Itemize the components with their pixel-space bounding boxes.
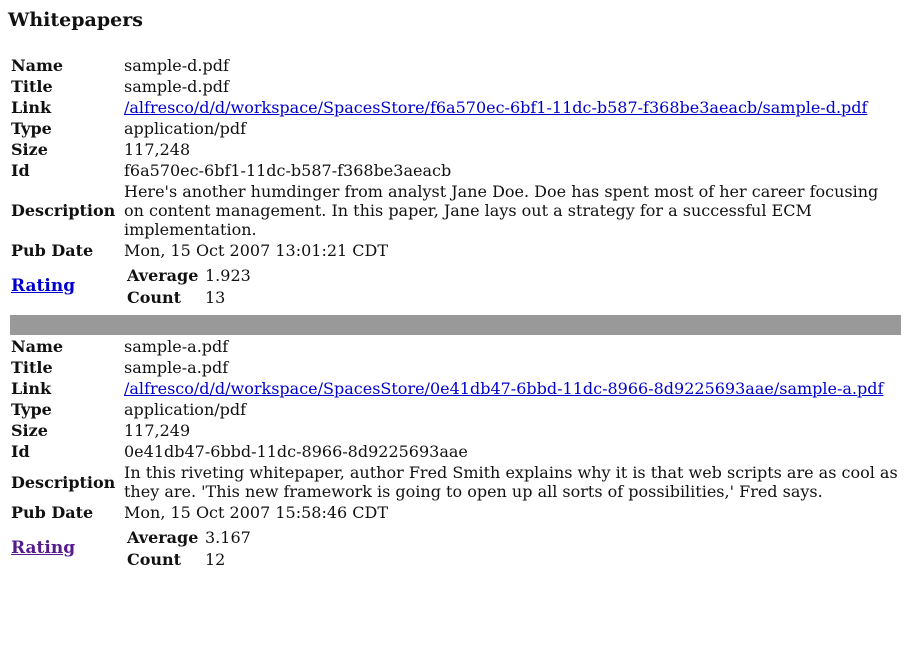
whitepaper-entry: Name sample-d.pdf Title sample-d.pdf Lin… — [8, 54, 903, 312]
id-value: 0e41db47-6bbd-11dc-8966-8d9225693aae — [124, 442, 468, 461]
rating-table: Average 1.923 Count 13 — [124, 264, 254, 310]
title-row: Title sample-d.pdf — [10, 77, 901, 96]
count-label: Count — [127, 550, 182, 569]
whitepaper-entry: Name sample-a.pdf Title sample-a.pdf Lin… — [8, 335, 903, 574]
rating-row: Rating Average 3.167 Count 12 — [10, 524, 901, 572]
id-row: Id 0e41db47-6bbd-11dc-8966-8d9225693aae — [10, 442, 901, 461]
link-label: Link — [11, 98, 52, 117]
count-value: 12 — [205, 550, 226, 569]
title-row: Title sample-a.pdf — [10, 358, 901, 377]
page: Whitepapers Name sample-d.pdf Title samp… — [0, 0, 911, 574]
description-value: Here's another humdinger from analyst Ja… — [124, 182, 879, 239]
entry-divider — [10, 315, 901, 335]
average-label: Average — [127, 528, 199, 547]
rating-row: Rating Average 1.923 Count 13 — [10, 262, 901, 310]
pub-date-row: Pub Date Mon, 15 Oct 2007 15:58:46 CDT — [10, 503, 901, 522]
title-value: sample-a.pdf — [124, 358, 229, 377]
download-link[interactable]: /alfresco/d/d/workspace/SpacesStore/f6a5… — [124, 98, 867, 117]
title-label: Title — [11, 358, 53, 377]
name-row: Name sample-d.pdf — [10, 56, 901, 75]
type-value: application/pdf — [124, 119, 247, 138]
download-link[interactable]: /alfresco/d/d/workspace/SpacesStore/0e41… — [124, 379, 883, 398]
size-label: Size — [11, 421, 48, 440]
description-value: In this riveting whitepaper, author Fred… — [124, 463, 898, 501]
name-value: sample-d.pdf — [124, 56, 229, 75]
description-label: Description — [11, 201, 116, 220]
id-row: Id f6a570ec-6bf1-11dc-b587-f368be3aeacb — [10, 161, 901, 180]
name-value: sample-a.pdf — [124, 337, 229, 356]
type-row: Type application/pdf — [10, 400, 901, 419]
name-label: Name — [11, 337, 64, 356]
description-row: Description In this riveting whitepaper,… — [10, 463, 901, 501]
pub-date-label: Pub Date — [11, 503, 94, 522]
page-title: Whitepapers — [8, 9, 143, 31]
rating-table: Average 3.167 Count 12 — [124, 526, 254, 572]
id-label: Id — [11, 161, 30, 180]
name-row: Name sample-a.pdf — [10, 337, 901, 356]
size-row: Size 117,249 — [10, 421, 901, 440]
size-row: Size 117,248 — [10, 140, 901, 159]
size-value: 117,248 — [124, 140, 191, 159]
link-row: Link /alfresco/d/d/workspace/SpacesStore… — [10, 98, 901, 117]
count-value: 13 — [205, 288, 226, 307]
pub-date-value: Mon, 15 Oct 2007 15:58:46 CDT — [124, 503, 389, 522]
type-value: application/pdf — [124, 400, 247, 419]
average-value: 3.167 — [205, 528, 251, 547]
rating-link[interactable]: Rating — [11, 538, 75, 558]
pub-date-value: Mon, 15 Oct 2007 13:01:21 CDT — [124, 241, 389, 260]
count-label: Count — [127, 288, 182, 307]
description-row: Description Here's another humdinger fro… — [10, 182, 901, 239]
link-row: Link /alfresco/d/d/workspace/SpacesStore… — [10, 379, 901, 398]
id-value: f6a570ec-6bf1-11dc-b587-f368be3aeacb — [124, 161, 452, 180]
pub-date-row: Pub Date Mon, 15 Oct 2007 13:01:21 CDT — [10, 241, 901, 260]
description-label: Description — [11, 472, 116, 492]
type-row: Type application/pdf — [10, 119, 901, 138]
type-label: Type — [11, 400, 52, 419]
pub-date-label: Pub Date — [11, 241, 94, 260]
name-label: Name — [11, 56, 64, 75]
size-label: Size — [11, 140, 48, 159]
rating-link[interactable]: Rating — [11, 276, 75, 296]
title-label: Title — [11, 77, 53, 96]
title-value: sample-d.pdf — [124, 77, 229, 96]
average-label: Average — [127, 266, 199, 285]
link-label: Link — [11, 379, 52, 398]
size-value: 117,249 — [124, 421, 191, 440]
average-value: 1.923 — [205, 266, 251, 285]
type-label: Type — [11, 119, 52, 138]
id-label: Id — [11, 442, 30, 461]
